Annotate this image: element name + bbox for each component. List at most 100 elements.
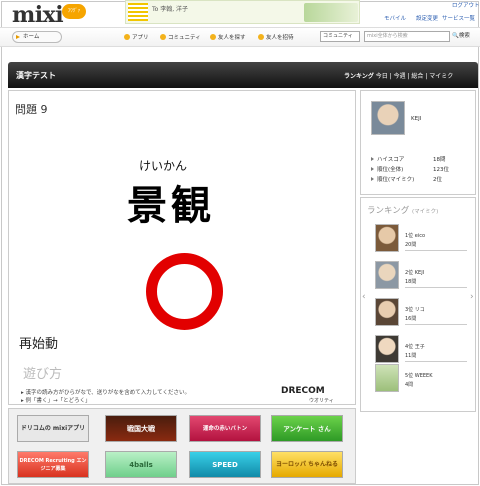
username[interactable]: KEJI <box>411 116 421 122</box>
app-banners: ドリコムの mixiアプリ 戦国大戦 運命の赤いバトン アンケート さん DRE… <box>8 408 356 484</box>
ranking-tab-list[interactable]: 今日 | 今週 | 総合 | マイミク <box>376 73 454 80</box>
instruction-line-1: ▸ 漢字の読み方がひらがなで、送りがなを含めて入力してください。 <box>21 390 190 396</box>
search-scope-select[interactable]: コミュニティ <box>320 31 360 42</box>
nav-find-friends-label: 友人を探す <box>218 35 246 41</box>
bullet-icon <box>371 177 374 181</box>
ranking-panel: ランキング (マイミク) 1位 eico 20問 2位 KEJI 18問 3位 … <box>360 197 476 412</box>
community-icon <box>160 34 166 40</box>
app-banner-drecom[interactable]: ドリコムの mixiアプリ <box>17 415 89 442</box>
ranking-item[interactable]: 5位 WEEEK 4問 <box>375 364 467 397</box>
search-button[interactable]: 🔍検索 <box>452 31 478 42</box>
divider <box>405 361 467 362</box>
nav-community[interactable]: コミュニティ <box>160 33 201 41</box>
ranking-position[interactable]: 4位 王子 <box>405 343 425 350</box>
drecom-logo[interactable]: DRECOM <box>281 386 325 396</box>
ranking-item[interactable]: 3位 リコ 16問 <box>375 298 467 331</box>
app-banner-speed[interactable]: SPEED <box>189 451 261 478</box>
question-number: 問題 9 <box>15 103 48 116</box>
settings-link[interactable]: 設定変更 <box>416 14 438 22</box>
chevron-right-icon[interactable]: › <box>470 292 474 302</box>
mixi-logo[interactable]: mixi <box>12 2 64 28</box>
invite-icon <box>258 34 264 40</box>
avatar[interactable] <box>371 101 405 135</box>
global-nav-bar: ホーム アプリ コミュニティ 友人を探す 友人を招待 コミュニティ mixi全体… <box>0 27 480 47</box>
ranking-position[interactable]: 5位 WEEEK <box>405 372 432 379</box>
app-banner-recruit[interactable]: DRECOM Recruiting エンジニア募集 <box>17 451 89 478</box>
chevron-left-icon[interactable]: ‹ <box>362 292 366 302</box>
question-kanji: 景観 <box>127 182 215 229</box>
drecom-sub: ウオリティ <box>309 398 334 404</box>
avatar[interactable] <box>375 224 399 252</box>
stat-label: ハイスコア <box>377 157 405 163</box>
avatar[interactable] <box>375 335 399 363</box>
ranking-position[interactable]: 3位 リコ <box>405 306 425 313</box>
home-arrow-icon <box>16 35 20 39</box>
home-label: ホーム <box>23 34 40 40</box>
divider <box>405 324 467 325</box>
ranking-title-text: ランキング <box>367 206 410 216</box>
ranking-item[interactable]: 2位 KEJI 18問 <box>375 261 467 294</box>
howto-heading: 遊び方 <box>23 367 63 382</box>
restart-button[interactable]: 再始動 <box>19 333 58 352</box>
logo-badge: ﾌﾜｸﾞｧ <box>62 4 86 19</box>
question-reading: けいかん <box>139 159 188 173</box>
bullet-icon <box>371 157 374 161</box>
nav-app[interactable]: アプリ <box>124 33 149 41</box>
app-banner-sengoku[interactable]: 戦国大戦 <box>105 415 177 442</box>
divider <box>405 287 467 288</box>
banner-illustration <box>304 3 358 22</box>
stat-high-score: ハイスコア 18問 <box>371 155 471 163</box>
app-banner-europe[interactable]: ヨーロッパ ちゃんねる <box>271 451 343 478</box>
instruction-text-2: 例「書く」→「とどろく」 <box>25 398 91 404</box>
ranking-subtitle: (マイミク) <box>411 209 439 215</box>
avatar[interactable] <box>375 364 399 392</box>
mobile-link[interactable]: モバイル <box>384 14 406 22</box>
avatar[interactable] <box>375 298 399 326</box>
nav-app-label: アプリ <box>132 35 149 41</box>
nav-invite[interactable]: 友人を招待 <box>258 33 294 41</box>
banner-text: To 李翰, 洋子 <box>152 6 189 13</box>
home-button[interactable]: ホーム <box>12 31 62 43</box>
ranking-label: ランキング <box>344 73 374 80</box>
app-icon <box>124 34 130 40</box>
find-friends-icon <box>210 34 216 40</box>
banner-ad[interactable]: To 李翰, 洋子 <box>125 0 360 24</box>
ranking-tabs[interactable]: ランキング 今日 | 今週 | 総合 | マイミク <box>344 71 453 80</box>
profile-card: KEJI ハイスコア 18問 順位(全体) 123位 順位(マイミク) 2位 <box>360 90 476 195</box>
search-input[interactable]: mixi全体から検索 <box>364 31 450 42</box>
stat-rank-mymixi: 順位(マイミク) 2位 <box>371 175 471 183</box>
ranking-position[interactable]: 2位 KEJI <box>405 269 424 276</box>
stat-value: 2位 <box>433 177 442 183</box>
ranking-count: 11問 <box>405 353 417 359</box>
ranking-count: 20問 <box>405 242 417 248</box>
nav-community-label: コミュニティ <box>168 35 201 41</box>
stat-value: 18問 <box>433 157 446 163</box>
ranking-count: 4問 <box>405 382 414 388</box>
stat-label: 順位(マイミク) <box>377 177 415 183</box>
stat-rank-all: 順位(全体) 123位 <box>371 165 471 173</box>
app-banner-4balls[interactable]: 4balls <box>105 451 177 478</box>
quiz-panel: 問題 9 けいかん 景観 再始動 遊び方 ▸ 漢字の読み方がひらがなで、送りがな… <box>8 90 356 405</box>
logout-link[interactable]: ログアウト <box>452 1 480 9</box>
banner-stripe-graphic <box>128 3 148 21</box>
stat-label: 順位(全体) <box>377 167 404 173</box>
divider <box>405 250 467 251</box>
ranking-position[interactable]: 1位 eico <box>405 232 425 239</box>
service-list-link[interactable]: サービス一覧 <box>442 14 475 22</box>
app-banner-enquete[interactable]: アンケート さん <box>271 415 343 442</box>
nav-find-friends[interactable]: 友人を探す <box>210 33 246 41</box>
ranking-count: 18問 <box>405 279 417 285</box>
app-banner-baton[interactable]: 運命の赤いバトン <box>189 415 261 442</box>
search-button-label: 検索 <box>458 33 470 39</box>
ranking-title: ランキング (マイミク) <box>367 204 438 216</box>
instruction-line-2: ▸ 例「書く」→「とどろく」 <box>21 398 91 404</box>
avatar[interactable] <box>375 261 399 289</box>
ranking-item[interactable]: 1位 eico 20問 <box>375 224 467 257</box>
app-title: 漢字テスト <box>16 71 56 80</box>
app-titlebar: 漢字テスト ランキング 今日 | 今週 | 総合 | マイミク <box>8 62 478 88</box>
ranking-count: 16問 <box>405 316 417 322</box>
nav-invite-label: 友人を招待 <box>266 35 294 41</box>
bullet-icon <box>371 167 374 171</box>
correct-circle-icon <box>146 253 223 330</box>
stat-value: 123位 <box>433 167 449 173</box>
